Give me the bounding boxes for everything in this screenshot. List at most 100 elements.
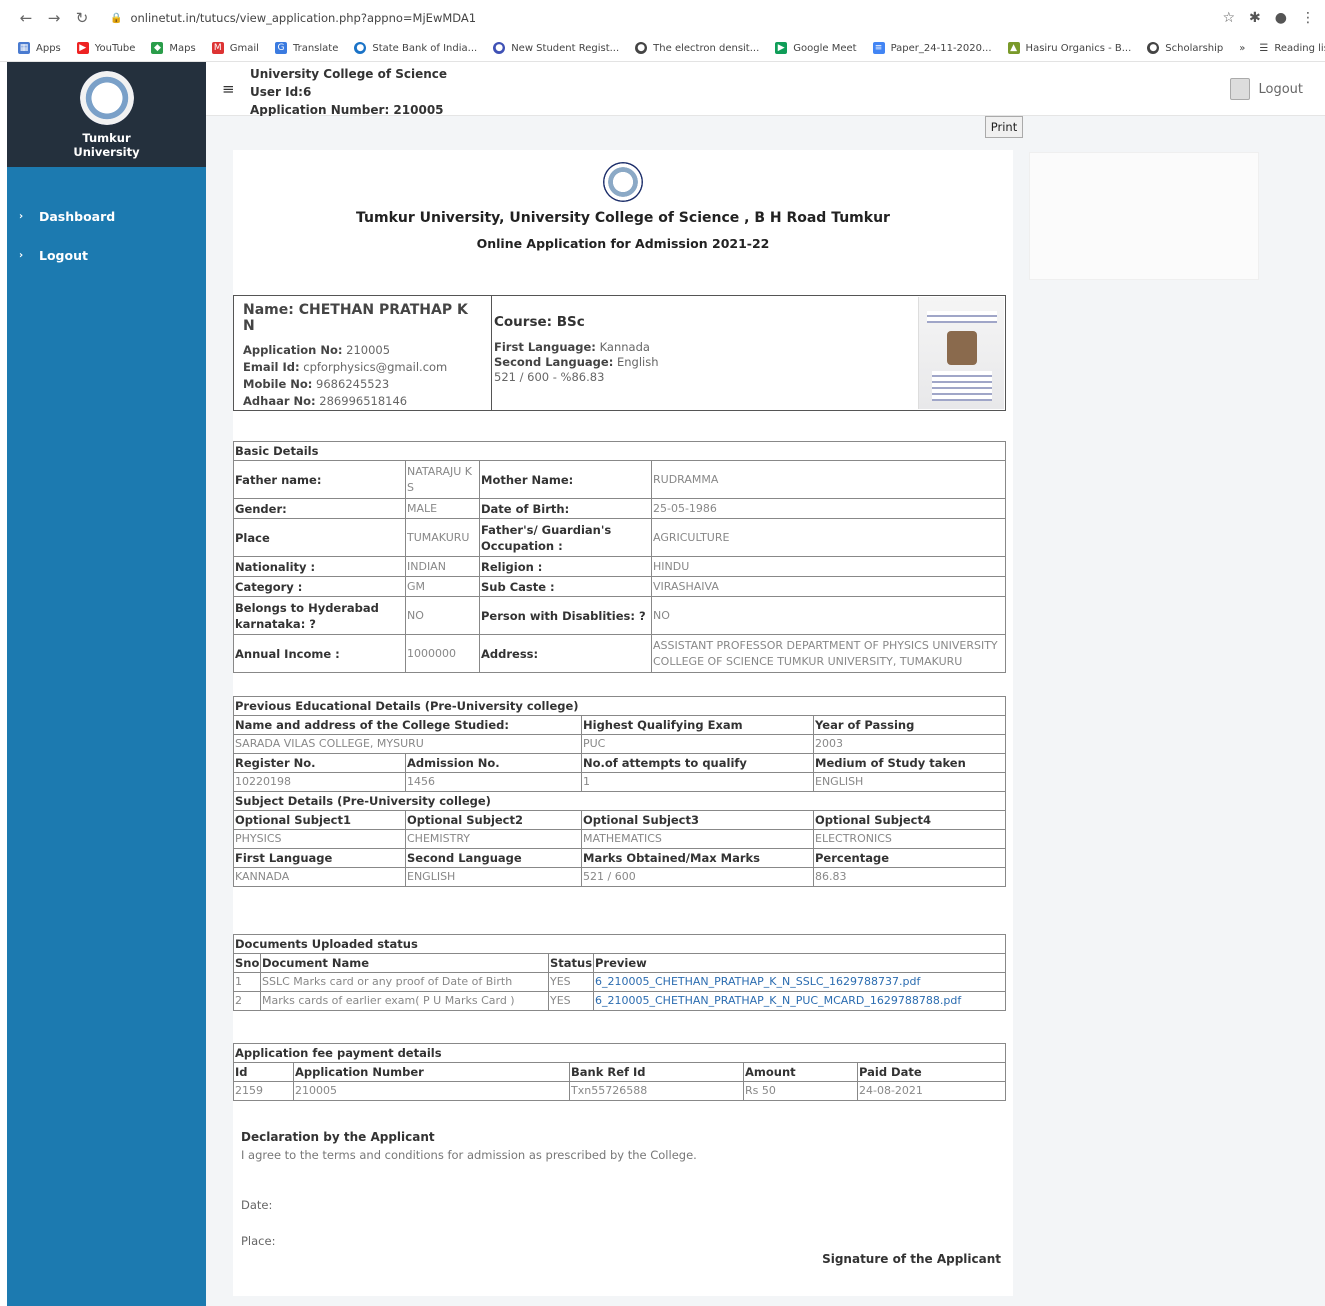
bookmark-student-reg[interactable]: ● New Student Regist... [493,42,619,54]
fee-table: Application fee payment details Id Applic… [233,1043,1006,1101]
table-row: First Language Second Language Marks Obtai… [233,848,1006,868]
cell-value: ENGLISH [405,867,582,887]
declaration-place: Place: [241,1234,276,1248]
section-title: Documents Uploaded status [233,934,1006,954]
cell-value: RUDRAMMA [651,460,1006,499]
sidebar-item-logout[interactable]: › Logout [7,236,206,275]
sidebar: Tumkur University › Dashboard › Logout [7,62,206,1306]
bookmark-label: Maps [169,42,196,54]
reload-icon[interactable]: ↻ [68,9,96,27]
course: Course: BSc [494,314,585,330]
cell-value: 86.83 [813,867,1006,887]
sbi-icon: ● [354,42,367,54]
profile-icon[interactable]: ● [1275,10,1287,26]
documents-table: Documents Uploaded status Sno Document Na… [233,934,1006,1011]
marks-line: 521 / 600 - %86.83 [494,370,605,384]
bookmark-gmail[interactable]: M Gmail [211,42,259,54]
extensions-icon[interactable]: ✱ [1249,10,1261,26]
bookmark-scholarship[interactable]: ● Scholarship [1147,42,1223,54]
bookmark-label: Hasiru Organics - B... [1025,42,1132,54]
column-header: Application Number [293,1062,570,1082]
cell-label: Category : [233,576,406,597]
previous-education-table: Previous Educational Details (Pre-Univer… [233,696,1006,887]
bookmark-label: New Student Regist... [511,42,620,54]
column-header: Register No. [233,753,406,773]
address-bar[interactable]: 🔒 onlinetut.in/tutucs/view_application.p… [110,11,476,25]
bookmark-paper[interactable]: ≡ Paper_24-11-2020... [872,42,992,54]
profile-course: Course: BSc First Language: Kannada Seco… [492,296,917,410]
bookmark-label: Translate [292,42,339,54]
column-header: Optional Subject2 [405,810,582,830]
document-header: Tumkur University, University College of… [233,150,1013,251]
value: Kannada [599,340,650,354]
reading-list-label[interactable]: Reading list [1274,43,1325,54]
bookmark-label: Google Meet [793,42,857,54]
cell-value: 24-08-2021 [857,1081,1006,1101]
bookmark-maps[interactable]: ◆ Maps [151,42,196,54]
value: 286996518146 [319,394,408,408]
bookmark-label: State Bank of India... [372,42,478,54]
student-reg-icon: ● [493,42,506,54]
cell-value: Marks cards of earlier exam( P U Marks C… [260,991,549,1011]
app-no-line: Application No: 210005 [243,343,482,357]
cell-label: Address: [479,634,652,673]
document-preview-link[interactable]: 6_210005_CHETHAN_PRATHAP_K_N_PUC_MCARD_1… [595,994,961,1007]
forward-icon[interactable]: → [40,9,68,27]
bookmark-apps[interactable]: ▦ Apps [18,42,61,54]
table-row: 2 Marks cards of earlier exam( P U Marks … [233,991,1006,1011]
column-header: Highest Qualifying Exam [581,715,814,735]
cell-label: Person with Disablities: ? [479,596,652,635]
sidebar-item-dashboard[interactable]: › Dashboard [7,197,206,236]
cell-value: 1 [233,972,261,992]
bookmark-youtube[interactable]: ▶ YouTube [76,42,135,54]
cell-value: GM [405,576,480,597]
table-row: Id Application Number Bank Ref Id Amount Pai… [233,1062,1006,1082]
table-row: Nationality : INDIAN Religion : HINDU [233,556,1006,577]
table-row: Annual Income :1000000 Address: ASSISTANT … [233,634,1006,673]
column-header: Bank Ref Id [569,1062,744,1082]
value: English [616,355,659,369]
cell-value: TUMAKURU [405,518,480,557]
print-button[interactable]: Print [985,116,1023,138]
cell-label: Annual Income : [233,634,406,673]
back-icon[interactable]: ← [12,9,40,27]
profile-contact: Name: CHETHAN PRATHAP K N Application No… [234,296,492,410]
document-preview-link[interactable]: 6_210005_CHETHAN_PRATHAP_K_N_SSLC_162978… [595,975,920,988]
star-icon[interactable]: ☆ [1222,10,1235,26]
cell-value: YES [548,972,594,992]
bookmark-translate[interactable]: G Translate [274,42,339,54]
table-row: 10220198 1456 1 ENGLISH [233,772,1006,792]
bookmark-electron[interactable]: ● The electron densit... [635,42,759,54]
cell-label: Father name: [233,460,406,499]
column-header: Year of Passing [813,715,1006,735]
more-bookmarks-button[interactable]: » [1239,43,1245,54]
youtube-icon: ▶ [76,42,89,54]
user-id: User Id:6 [250,85,312,99]
chevron-right-icon: › [19,250,24,261]
column-header: Medium of Study taken [813,753,1006,773]
bookmark-hasiru[interactable]: ▲ Hasiru Organics - B... [1007,42,1132,54]
column-header: Second Language [405,848,582,868]
section-title: Previous Educational Details (Pre-Univer… [233,696,1006,716]
cell-value: 521 / 600 [581,867,814,887]
table-row: KANNADA ENGLISH 521 / 600 86.83 [233,867,1006,887]
hamburger-menu-icon[interactable]: ≡ [222,80,235,98]
cell-value: HINDU [651,556,1006,577]
bookmark-sbi[interactable]: ● State Bank of India... [354,42,477,54]
column-header: Name and address of the College Studied: [233,715,582,735]
logout-link[interactable]: Logout [1230,78,1303,100]
sidebar-item-label: Dashboard [39,209,116,224]
column-header: Amount [743,1062,858,1082]
table-row: SARADA VILAS COLLEGE, MYSURU PUC 2003 [233,734,1006,754]
reading-list-icon[interactable]: ☰ [1259,43,1268,54]
declaration-title: Declaration by the Applicant [241,1130,435,1144]
column-header: Sno [233,953,261,973]
globe-icon: ● [1147,42,1160,54]
cell-value: NATARAJU K S [405,460,480,499]
bookmark-meet[interactable]: ▶ Google Meet [775,42,857,54]
menu-icon[interactable]: ⋮ [1301,10,1315,26]
cell-value: CHEMISTRY [405,829,582,849]
apps-grid-icon: ▦ [18,42,30,54]
cell-value: KANNADA [233,867,406,887]
logout-icon [1230,78,1251,100]
